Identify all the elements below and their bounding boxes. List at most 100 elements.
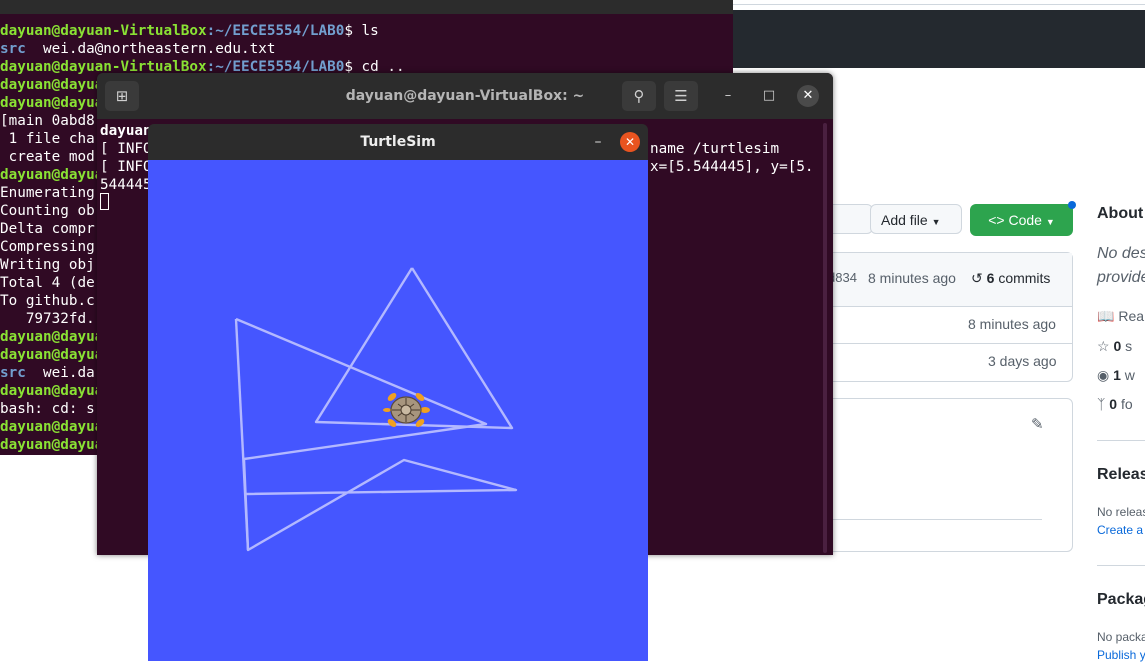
- search-icon: ⚲: [633, 87, 645, 105]
- info-line-1: [ INFO: [100, 141, 152, 157]
- terminal-cursor: [100, 193, 109, 210]
- code-label: Code: [1008, 212, 1042, 228]
- turtlesim-canvas: [148, 160, 648, 661]
- row-divider: [794, 343, 1072, 344]
- terminal-line-text: To github.c: [0, 293, 95, 309]
- back-terminal-titlebar: [0, 0, 733, 14]
- terminal-line-text: create mod: [0, 149, 95, 165]
- fork-icon: ᛉ: [1097, 396, 1106, 412]
- terminal-line-prompt: dayuan@dayuan: [0, 347, 112, 363]
- info-line-2-right: x=[5.544445], y=[5.: [650, 159, 814, 175]
- terminal-line: dayuan@dayuan-VirtualBox:~/EECE5554/LAB0…: [0, 22, 379, 40]
- info-line-1-right: name /turtlesim: [650, 141, 780, 157]
- turtle-trail-drawing: [234, 267, 518, 552]
- terminal-line-text: 1 file cha: [0, 131, 95, 147]
- close-icon: ✕: [802, 88, 814, 103]
- terminal-line-text: Compressing: [0, 239, 95, 255]
- publish-package-link[interactable]: Publish y: [1097, 648, 1145, 662]
- hamburger-icon: ☰: [674, 87, 688, 105]
- terminal-line: 79732fd.: [0, 310, 95, 328]
- terminal-line: bash: cd: s: [0, 400, 95, 418]
- history-icon: ↺: [971, 270, 983, 286]
- browser-divider: [733, 4, 1145, 5]
- create-release-link[interactable]: Create a: [1097, 523, 1143, 537]
- terminal-line: dayuan@dayuan: [0, 346, 112, 364]
- forks-link[interactable]: ᛉ 0 fo: [1097, 396, 1133, 412]
- turtlesim-window[interactable]: TurtleSim – ✕: [148, 124, 648, 661]
- add-file-label: Add file: [881, 212, 928, 228]
- watchers-link[interactable]: ◉ 1 w: [1097, 367, 1135, 384]
- packages-note: No packa: [1097, 630, 1145, 644]
- terminal-line: 1 file cha: [0, 130, 95, 148]
- file-row-time: 8 minutes ago: [968, 316, 1056, 332]
- terminal-line: src wei.da@northeastern.edu.txt: [0, 40, 275, 58]
- terminal-line-prompt: dayuan@dayuan-VirtualBox: [0, 23, 207, 39]
- commits-label: commits: [998, 270, 1051, 286]
- terminal-line-text: [main 0abd8: [0, 113, 95, 129]
- star-icon: ☆: [1097, 338, 1110, 354]
- terminal-line: dayuan@dayuan: [0, 328, 112, 346]
- turtle-trail: [234, 318, 250, 551]
- minimize-icon: –: [594, 134, 602, 150]
- terminal-line-dir: src: [0, 365, 26, 381]
- terminal-line: dayuan@dayuan: [0, 382, 112, 400]
- terminal-line-dir: src: [0, 41, 26, 57]
- forks-label: fo: [1120, 396, 1133, 412]
- about-description: No des: [1097, 245, 1145, 262]
- commits-count: 6: [986, 270, 995, 286]
- terminal-line: Total 4 (de: [0, 274, 95, 292]
- releases-note: No releas: [1097, 505, 1145, 519]
- about-heading: About: [1097, 205, 1144, 222]
- commits-link[interactable]: ↺ 6 commits: [971, 270, 1050, 287]
- terminal-line: src wei.da: [0, 364, 95, 382]
- terminal-line-prompt: dayuan@dayuan: [0, 437, 112, 453]
- edit-pencil-icon[interactable]: ✎: [1031, 416, 1047, 432]
- caret-down-icon: ▼: [1045, 217, 1055, 227]
- notification-dot: [1068, 201, 1076, 209]
- terminal-line: dayuan@dayuan: [0, 436, 112, 454]
- terminal-line: Counting ob: [0, 202, 95, 220]
- readme-link[interactable]: 📖 Rea: [1097, 308, 1144, 325]
- terminal-line-text: Writing obj: [0, 257, 95, 273]
- turtlesim-minimize-button[interactable]: –: [588, 132, 608, 152]
- terminal-line-text: wei.da@northeastern.edu.txt: [25, 41, 276, 57]
- releases-heading[interactable]: Releas: [1097, 466, 1145, 484]
- eye-icon: ◉: [1097, 367, 1110, 383]
- terminal-prompt: dayuan: [100, 123, 152, 139]
- terminal-line-cmd: $ ls: [344, 23, 379, 39]
- maximize-button[interactable]: □: [758, 85, 780, 107]
- search-button[interactable]: ⚲: [622, 81, 656, 111]
- close-icon: ✕: [624, 135, 636, 149]
- terminal-line: Enumerating: [0, 184, 95, 202]
- info-line-2-wrap: 544445: [100, 177, 152, 193]
- code-brackets-icon: <>: [988, 212, 1005, 228]
- terminal-line: create mod: [0, 148, 95, 166]
- menu-button[interactable]: ☰: [664, 81, 698, 111]
- packages-heading[interactable]: Packag: [1097, 591, 1145, 609]
- code-button[interactable]: <> Code ▼: [970, 204, 1073, 236]
- stars-count: 0: [1113, 338, 1122, 354]
- turtle-icon: [383, 393, 430, 427]
- forks-count: 0: [1109, 396, 1118, 412]
- terminal-line-text: bash: cd: s: [0, 401, 95, 417]
- add-file-button[interactable]: Add file ▼: [870, 204, 962, 234]
- turtlesim-title: TurtleSim: [360, 134, 436, 150]
- terminal-line-prompt: dayuan@dayuan: [0, 419, 112, 435]
- file-row-time: 3 days ago: [988, 353, 1057, 369]
- caret-down-icon: ▼: [931, 217, 941, 227]
- close-button[interactable]: ✕: [797, 85, 819, 107]
- terminal-line: dayuan@dayuan: [0, 94, 112, 112]
- terminal-scrollbar[interactable]: [823, 123, 827, 553]
- minimize-icon: –: [724, 88, 732, 103]
- terminal-line-text: wei.da: [25, 365, 95, 381]
- terminal-line-prompt: dayuan@dayuan: [0, 329, 112, 345]
- terminal-line: dayuan@dayuan: [0, 166, 112, 184]
- terminal-line: Delta compr: [0, 220, 95, 238]
- stars-link[interactable]: ☆ 0 s: [1097, 338, 1132, 355]
- minimize-button[interactable]: –: [717, 85, 739, 107]
- terminal-line-text: 79732fd.: [0, 311, 95, 327]
- turtlesim-close-button[interactable]: ✕: [620, 132, 640, 152]
- terminal-line-prompt: dayuan@dayuan: [0, 383, 112, 399]
- terminal-line: To github.c: [0, 292, 95, 310]
- readme-label: Rea: [1118, 308, 1145, 324]
